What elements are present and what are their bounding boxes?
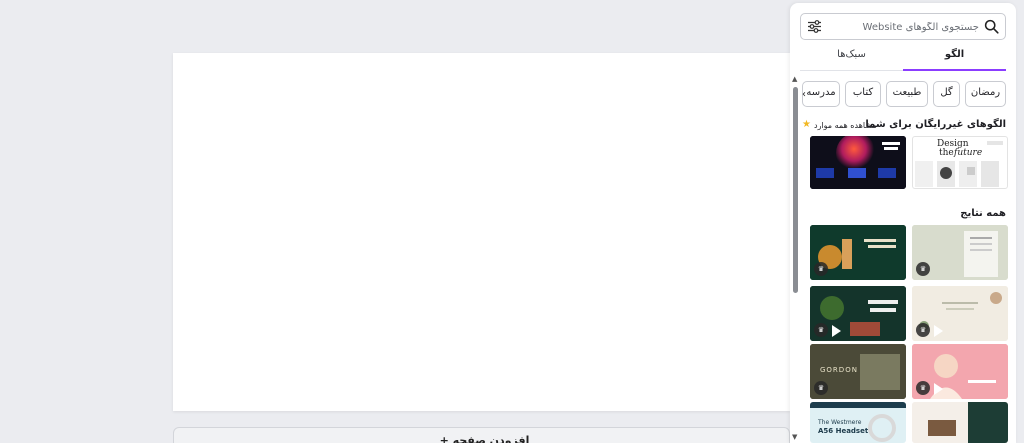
thumb-gordon-text: GORDON xyxy=(820,366,858,374)
template-thumb-pink-portrait[interactable]: ♛ xyxy=(912,344,1008,399)
scroll-down-arrow-icon[interactable]: ▼ xyxy=(792,433,797,441)
template-thumb-cream-floral[interactable]: ♛ xyxy=(912,286,1008,341)
template-thumb-gordon[interactable]: GORDON ♛ xyxy=(810,344,906,399)
template-thumb-green-drink[interactable]: ♛ xyxy=(810,225,906,280)
template-thumb-dark-event[interactable] xyxy=(810,136,906,189)
template-thumb-westmere-headset[interactable]: The Westmere A56 Headset xyxy=(810,402,906,443)
chip-school[interactable]: مدرسه xyxy=(802,81,840,107)
crown-icon: ♛ xyxy=(814,381,828,395)
scrollbar-thumb[interactable] xyxy=(793,87,798,293)
crown-icon: ♛ xyxy=(916,262,930,276)
chip-book[interactable]: کتاب xyxy=(845,81,881,107)
chip-ramadan[interactable]: رمضان xyxy=(965,81,1006,107)
template-preview-graphic xyxy=(915,141,1003,187)
chip-flower[interactable]: گل xyxy=(933,81,960,107)
template-preview-graphic xyxy=(912,402,1008,443)
template-preview-graphic xyxy=(810,402,906,442)
play-icon xyxy=(934,325,943,337)
tab-styles[interactable]: سبک‌ها xyxy=(800,49,903,71)
template-thumb-green-tea[interactable]: ♛ xyxy=(810,286,906,341)
template-thumb-design-future[interactable]: Design the future xyxy=(912,136,1008,189)
star-icon: ★ xyxy=(802,119,811,130)
all-results-title: همه نتایج xyxy=(960,208,1006,219)
search-bar xyxy=(800,13,1006,40)
panel-scrollbar[interactable]: ▲ ▼ xyxy=(791,75,799,443)
crown-icon: ♛ xyxy=(814,262,828,276)
add-page-button[interactable]: افزودن صفحه + xyxy=(173,427,790,443)
chip-nature[interactable]: طبیعت xyxy=(886,81,928,107)
chevron-right-icon[interactable]: › xyxy=(802,89,806,100)
templates-panel: الگو سبک‌ها ▲ ▼ رمضان گل طبیعت کتاب مدرس… xyxy=(790,3,1016,443)
template-thumb-sage-doc[interactable]: ♛ xyxy=(912,225,1008,280)
crown-icon: ♛ xyxy=(814,323,828,337)
panel-tabs: الگو سبک‌ها xyxy=(800,45,1006,71)
search-input[interactable] xyxy=(831,18,979,36)
plus-icon: + xyxy=(439,434,449,443)
crown-icon: ♛ xyxy=(916,323,930,337)
crown-icon: ♛ xyxy=(916,381,930,395)
add-page-label: افزودن صفحه xyxy=(452,434,530,443)
see-all-link[interactable]: مشاهده همه موارد xyxy=(814,121,877,130)
template-preview-graphic xyxy=(810,136,906,189)
design-canvas-page[interactable] xyxy=(173,53,790,411)
search-icon[interactable] xyxy=(984,19,999,34)
play-icon xyxy=(934,383,943,395)
filter-icon[interactable] xyxy=(806,18,823,35)
category-chips: رمضان گل طبیعت کتاب مدرسه › xyxy=(802,81,1006,107)
tab-templates[interactable]: الگو xyxy=(903,49,1006,71)
premium-section-title: الگوهای غیررایگان برای شما xyxy=(865,119,1006,130)
scroll-up-arrow-icon[interactable]: ▲ xyxy=(792,75,797,83)
template-thumb-cafe-interior[interactable] xyxy=(912,402,1008,443)
play-icon xyxy=(832,325,841,337)
